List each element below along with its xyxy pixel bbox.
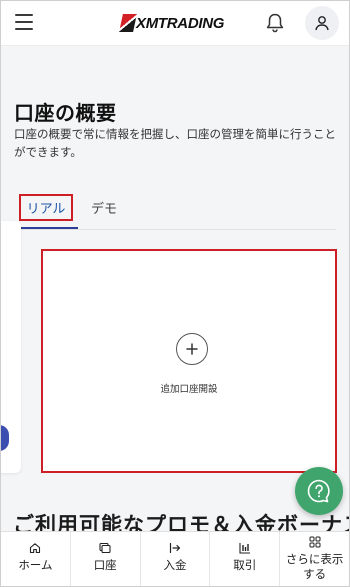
bell-icon[interactable] <box>265 12 285 34</box>
account-button[interactable] <box>305 6 339 40</box>
nav-item-home[interactable]: ホーム <box>1 532 71 586</box>
tab-real-label: リアル <box>18 193 74 221</box>
page-description: 口座の概要で常に情報を把握し、口座の管理を簡単に行うことができます。 <box>14 127 336 159</box>
tab-real[interactable]: リアル <box>14 187 78 229</box>
brand-logo[interactable]: XMTRADING <box>119 12 225 34</box>
nav-label-more: さらに表示する <box>285 552 344 581</box>
trade-icon <box>239 543 250 554</box>
nav-item-trade[interactable]: 取引 <box>210 532 281 586</box>
top-header: XMTRADING <box>1 1 349 46</box>
add-account-label: 追加口座開設 <box>160 384 218 395</box>
account-type-tabs: リアル デモ <box>14 187 336 230</box>
logo-mark-icon <box>119 14 137 32</box>
nav-item-deposit[interactable]: 入金 <box>141 532 211 586</box>
nav-label-deposit: 入金 <box>163 558 187 572</box>
add-account-card[interactable]: 追加口座開設 <box>41 249 337 473</box>
nav-label-home: ホーム <box>18 558 53 572</box>
page-title: 口座の概要 <box>14 101 117 125</box>
home-icon <box>30 543 41 554</box>
tab-demo-label: デモ <box>90 201 117 217</box>
help-button[interactable] <box>295 467 343 515</box>
question-icon <box>307 479 330 503</box>
plus-icon <box>176 333 208 365</box>
app-frame: XMTRADING 口座の概要 口座の概要で常に情報を把握し、口座の管理を簡単に… <box>0 0 350 587</box>
tab-demo[interactable]: デモ <box>84 187 124 227</box>
nav-item-accounts[interactable]: 口座 <box>71 532 141 586</box>
hamburger-icon[interactable] <box>15 14 33 30</box>
grid-icon <box>309 536 321 548</box>
nav-label-trade: 取引 <box>233 558 257 572</box>
user-icon <box>315 16 329 31</box>
bottom-navigation: ホーム 口座 入金 取引 さらに表示する <box>1 531 349 586</box>
nav-item-more[interactable]: さらに表示する <box>280 532 349 586</box>
logo-text: XMTRADING <box>136 14 225 32</box>
deposit-icon <box>169 542 181 554</box>
nav-label-accounts: 口座 <box>93 558 117 572</box>
accounts-icon <box>99 542 111 554</box>
